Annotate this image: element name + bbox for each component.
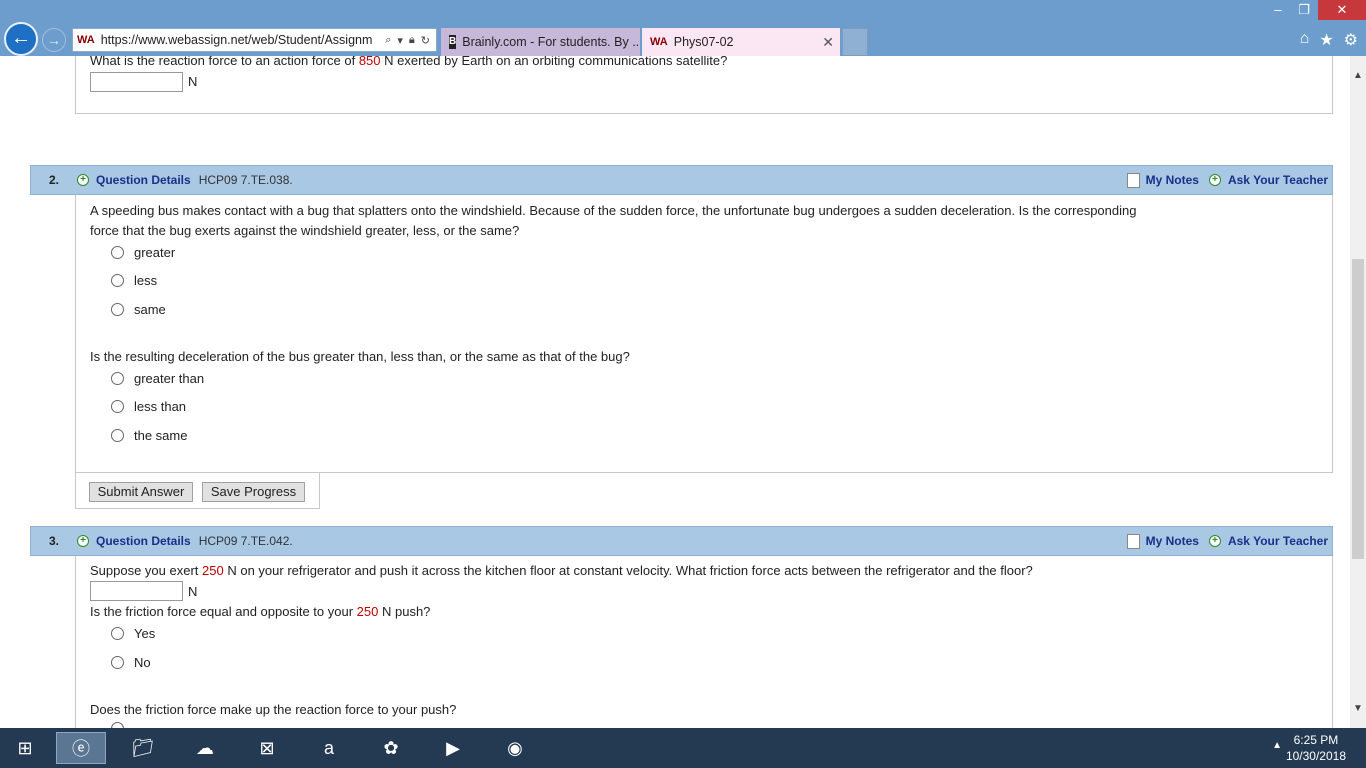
brainly-favicon-icon: B xyxy=(449,35,457,49)
option-greater-than[interactable]: greater than xyxy=(111,371,204,386)
unit-label: N xyxy=(188,584,198,599)
unit-label: N xyxy=(188,74,198,89)
arrow-right-icon: → xyxy=(47,32,61,48)
page-content: What is the reaction force to an action … xyxy=(0,56,1350,728)
tab-label: Phys07-02 xyxy=(673,35,734,49)
question-1-text: What is the reaction force to an action … xyxy=(90,56,727,71)
close-tab-icon[interactable]: ✕ xyxy=(822,34,834,51)
photos-app-icon[interactable]: ✿ xyxy=(374,732,408,764)
option-no[interactable]: No xyxy=(111,655,151,670)
arrow-left-icon: ← xyxy=(11,27,31,49)
submit-answer-button[interactable]: Submit Answer xyxy=(89,482,193,502)
windows-start-icon[interactable]: ⊞ xyxy=(8,732,42,764)
option-less[interactable]: less xyxy=(111,273,157,288)
onedrive-icon[interactable]: ☁ xyxy=(188,732,222,764)
lock-icon[interactable]: 🔒︎ xyxy=(409,34,415,47)
radio-button[interactable] xyxy=(111,246,124,259)
search-icon[interactable]: ⌕ xyxy=(385,34,391,47)
my-notes-link[interactable]: My Notes xyxy=(1146,173,1199,187)
radio-button[interactable] xyxy=(111,274,124,287)
radio-button[interactable] xyxy=(111,303,124,316)
notes-icon[interactable] xyxy=(1126,172,1140,188)
value-850: 850 xyxy=(358,56,381,68)
my-notes-link[interactable]: My Notes xyxy=(1146,534,1199,548)
option-yes[interactable]: Yes xyxy=(111,626,155,641)
vertical-scrollbar[interactable]: ▲ ▼ xyxy=(1350,56,1366,728)
webassign-favicon-icon: WA xyxy=(77,34,95,46)
question-details-link[interactable]: Question Details xyxy=(96,534,191,548)
question-2-text: A speeding bus makes contact with a bug … xyxy=(90,203,1137,238)
webassign-favicon-icon: WA xyxy=(650,36,668,48)
new-tab-button[interactable] xyxy=(842,28,868,56)
internet-explorer-icon[interactable]: ⓔ xyxy=(56,732,106,764)
gear-icon[interactable]: ⚙ xyxy=(1344,30,1358,50)
forward-button[interactable]: → xyxy=(42,28,66,52)
plus-icon[interactable]: + xyxy=(1208,174,1221,186)
tab-brainly[interactable]: B Brainly.com - For students. By ... xyxy=(441,28,640,56)
amazon-icon[interactable]: a xyxy=(312,732,346,764)
question-code: HCP09 7.TE.038. xyxy=(198,173,293,187)
tray-chevron-icon[interactable]: ▲ xyxy=(1272,740,1282,751)
chrome-icon[interactable]: ◉ xyxy=(498,732,532,764)
question-2-header: 2. + Question Details HCP09 7.TE.038. My… xyxy=(30,165,1333,195)
question-3-text-c: Does the friction force make up the reac… xyxy=(90,702,457,717)
scroll-thumb[interactable] xyxy=(1352,259,1364,559)
question-3-header: 3. + Question Details HCP09 7.TE.042. My… xyxy=(30,526,1333,556)
option-the-same[interactable]: the same xyxy=(111,428,187,443)
taskbar: ⊞ ⓔ 📁︎ ☁ ⊠ a ✿ ▶ ◉ ▲ 6:25 PM 10/30/2018 xyxy=(0,728,1366,768)
question-1-answer-input[interactable] xyxy=(90,72,183,92)
store-icon[interactable]: ⊠ xyxy=(250,732,284,764)
browser-toolbar-icons: ⌂ ★ ⚙ xyxy=(1300,30,1358,50)
file-explorer-icon[interactable]: 📁︎ xyxy=(126,732,160,764)
browser-chrome: – ❐ ✕ ← → WA https://www.webassign.net/w… xyxy=(0,0,1366,56)
address-bar[interactable]: WA https://www.webassign.net/web/Student… xyxy=(72,28,437,52)
address-tools: ⌕ ▾ 🔒︎ ↻ xyxy=(379,34,436,47)
question-number: 2. xyxy=(48,173,59,187)
back-button[interactable]: ← xyxy=(4,22,38,56)
question-details-link[interactable]: Question Details xyxy=(96,173,191,187)
scroll-up-icon[interactable]: ▲ xyxy=(1353,70,1363,81)
save-progress-button[interactable]: Save Progress xyxy=(202,482,305,502)
plus-icon[interactable]: + xyxy=(77,174,89,186)
question-code: HCP09 7.TE.042. xyxy=(198,534,293,548)
close-window-button[interactable]: ✕ xyxy=(1318,0,1366,20)
system-clock[interactable]: 6:25 PM 10/30/2018 xyxy=(1286,732,1346,764)
question-3-text-b: Is the friction force equal and opposite… xyxy=(90,604,431,619)
home-icon[interactable]: ⌂ xyxy=(1300,30,1310,50)
media-player-icon[interactable]: ▶ xyxy=(436,732,470,764)
option-same[interactable]: same xyxy=(111,302,166,317)
minimize-button[interactable]: – xyxy=(1266,0,1290,20)
notes-icon[interactable] xyxy=(1126,533,1140,549)
question-3-text: Suppose you exert 250 N on your refriger… xyxy=(90,563,1033,578)
value-250: 250 xyxy=(356,604,379,619)
question-2-text-b: Is the resulting deceleration of the bus… xyxy=(90,349,630,364)
radio-button[interactable] xyxy=(111,627,124,640)
question-number: 3. xyxy=(48,534,59,548)
ask-your-teacher-link[interactable]: Ask Your Teacher xyxy=(1228,534,1328,548)
maximize-button[interactable]: ❐ xyxy=(1292,0,1316,20)
plus-icon[interactable]: + xyxy=(1208,535,1221,547)
tab-phys07-02[interactable]: WA Phys07-02 ✕ xyxy=(642,28,840,56)
dropdown-icon[interactable]: ▾ xyxy=(397,34,403,47)
star-icon[interactable]: ★ xyxy=(1319,30,1333,50)
tab-label: Brainly.com - For students. By ... xyxy=(462,35,640,49)
radio-button[interactable] xyxy=(111,372,124,385)
option-greater[interactable]: greater xyxy=(111,245,175,260)
value-250: 250 xyxy=(202,563,224,578)
radio-button[interactable] xyxy=(111,429,124,442)
question-3-answer-input[interactable] xyxy=(90,581,183,601)
scroll-down-icon[interactable]: ▼ xyxy=(1353,703,1363,714)
option-less-than[interactable]: less than xyxy=(111,399,186,414)
plus-icon[interactable]: + xyxy=(77,535,89,547)
refresh-icon[interactable]: ↻ xyxy=(421,34,430,47)
ask-your-teacher-link[interactable]: Ask Your Teacher xyxy=(1228,173,1328,187)
address-url[interactable]: https://www.webassign.net/web/Student/As… xyxy=(101,33,379,47)
radio-button[interactable] xyxy=(111,400,124,413)
radio-button[interactable] xyxy=(111,656,124,669)
